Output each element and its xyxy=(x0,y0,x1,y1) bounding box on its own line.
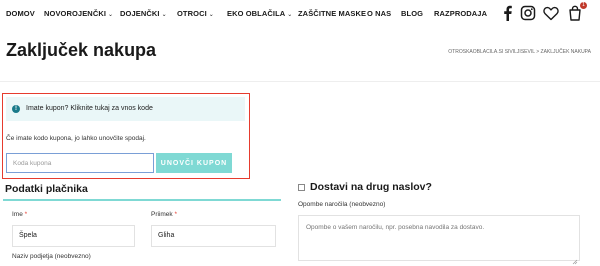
chevron-down-icon: ⌄ xyxy=(108,12,114,18)
info-icon: ! xyxy=(12,105,20,113)
last-name-field[interactable]: Gliha xyxy=(151,225,276,247)
first-name-field[interactable]: Špela xyxy=(12,225,135,247)
heart-icon[interactable] xyxy=(542,4,560,22)
coupon-help-text: Če imate kodo kupona, jo lahko unovčite … xyxy=(6,135,146,142)
company-label: Naziv podjetja (neobvezno) xyxy=(12,253,91,260)
chevron-down-icon: ⌄ xyxy=(208,12,214,18)
nav-item-otroci[interactable]: OTROCI ⌄ xyxy=(177,9,214,18)
ship-to-different-address-checkbox[interactable] xyxy=(298,184,305,191)
resize-grip-icon[interactable] xyxy=(572,252,578,265)
nav-item-razprodaja[interactable]: RAZPRODAJA xyxy=(434,9,487,18)
main-nav: DOMOV NOVOROJENČKI ⌄ DOJENČKI ⌄ OTROCI ⌄ EK… xyxy=(0,0,600,30)
nav-item-o-nas[interactable]: O NAS xyxy=(367,9,391,18)
header-divider xyxy=(0,81,600,82)
nav-item-domov[interactable]: DOMOV xyxy=(6,9,35,18)
nav-item-blog[interactable]: BLOG xyxy=(401,9,423,18)
coupon-section: ! Imate kupon? Kliknite tukaj za vnos ko… xyxy=(2,93,250,179)
nav-item-dojencki[interactable]: DOJENČKI ⌄ xyxy=(120,9,167,18)
billing-title: Podatki plačnika xyxy=(5,183,88,195)
chevron-down-icon: ⌄ xyxy=(287,12,293,18)
nav-item-novorojencki[interactable]: NOVOROJENČKI ⌄ xyxy=(44,9,113,18)
billing-title-underline xyxy=(3,199,281,201)
facebook-icon[interactable] xyxy=(499,4,517,22)
coupon-toggle-link[interactable]: Kliknite tukaj za vnos kode xyxy=(70,105,153,112)
order-notes-label: Opombe naročila (neobvezno) xyxy=(298,201,386,208)
chevron-down-icon: ⌄ xyxy=(161,12,167,18)
nav-item-eko-oblacila[interactable]: EKO OBLAČILA ⌄ xyxy=(227,9,292,18)
instagram-icon[interactable] xyxy=(519,4,537,22)
shipping-title[interactable]: Dostavi na drug naslov? xyxy=(310,181,432,193)
last-name-label: Priimek * xyxy=(151,211,178,218)
order-notes-textarea[interactable] xyxy=(298,215,580,261)
cart-count-badge: 1 xyxy=(580,2,587,9)
page-title: Zaključek nakupa xyxy=(6,40,157,60)
apply-coupon-button[interactable]: UNOVČI KUPON xyxy=(156,153,232,173)
coupon-code-input[interactable] xyxy=(6,153,154,173)
breadcrumb[interactable]: OTROSKAOBLACILA.SI SIVILJISEVIL > ZAKLJU… xyxy=(448,49,591,55)
coupon-info-text: Imate kupon? Kliknite tukaj za vnos kode xyxy=(26,105,153,112)
first-name-label: Ime * xyxy=(12,211,28,218)
coupon-info-bar: ! Imate kupon? Kliknite tukaj za vnos ko… xyxy=(6,97,245,121)
nav-item-zascitne-maske[interactable]: ZAŠČITNE MASKE xyxy=(298,9,366,18)
cart-icon[interactable]: 1 xyxy=(566,2,587,22)
